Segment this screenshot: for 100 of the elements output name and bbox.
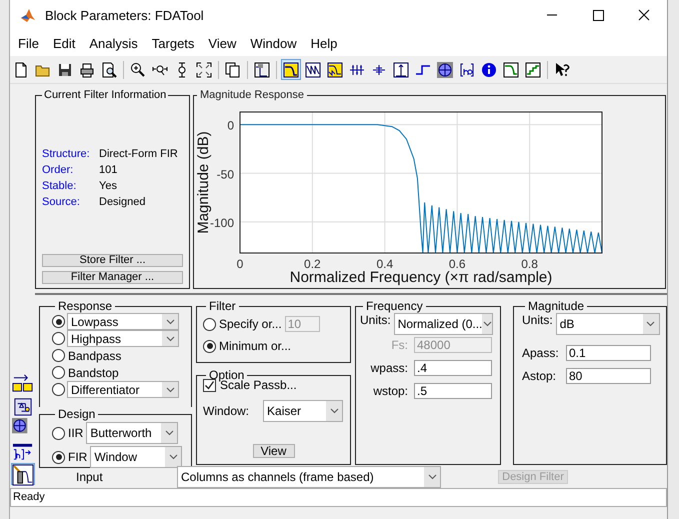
print-preview-icon xyxy=(101,62,117,78)
field-label: Fs: xyxy=(390,338,409,352)
pole-zero-plot-icon xyxy=(437,62,453,78)
toolbar-button[interactable] xyxy=(435,59,455,80)
checkmark-icon xyxy=(204,380,215,390)
field-label: Units: xyxy=(522,313,553,327)
menu-item[interactable]: Targets xyxy=(146,36,202,50)
filter-design-icon xyxy=(12,464,34,486)
help-cursor-icon xyxy=(554,62,570,78)
field-label: Units: xyxy=(360,313,391,327)
radio-button[interactable]: FIR xyxy=(52,450,88,464)
field-label: Window: xyxy=(203,404,250,418)
radio-button[interactable] xyxy=(52,332,65,345)
view-button[interactable]: View xyxy=(252,444,294,458)
magnitude-response-icon xyxy=(283,62,299,78)
field-label: Astop: xyxy=(522,369,558,383)
caret-icon xyxy=(166,386,174,392)
menu-item[interactable]: Window xyxy=(244,36,305,50)
copy-icon xyxy=(225,62,241,78)
magnitude-phase-icon xyxy=(327,62,343,78)
menu-item[interactable]: Help xyxy=(304,36,346,50)
caret-icon xyxy=(168,454,178,460)
axis-tick-label: 0.8 xyxy=(521,257,538,271)
field-label: wstop: xyxy=(372,384,409,398)
axis-tick-label: 0.6 xyxy=(448,257,466,271)
dropdown[interactable]: Normalized (0... xyxy=(394,313,493,335)
axis-tick-label: 0 xyxy=(236,257,244,271)
dropdown[interactable]: Butterworth xyxy=(86,422,178,444)
status-bar: Ready xyxy=(10,488,667,507)
menu-item[interactable]: View xyxy=(202,36,244,50)
radio-button[interactable] xyxy=(52,315,65,328)
filter-button[interactable]: Store Filter ... xyxy=(42,254,183,267)
impulse-response-icon xyxy=(393,62,409,78)
app-logo-icon xyxy=(20,7,36,23)
text-field[interactable]: .5 xyxy=(414,383,492,399)
text-field[interactable]: 0.1 xyxy=(566,345,651,361)
phase-response-icon xyxy=(305,62,321,78)
radio-button[interactable]: Minimum or... xyxy=(203,339,292,353)
panel-title: Magnitude xyxy=(527,299,586,313)
field-value: 101 xyxy=(99,164,118,176)
panel-title: Filter xyxy=(208,299,237,313)
y-axis-label: Magnitude (dB) xyxy=(195,131,212,234)
dropdown[interactable]: Kaiser xyxy=(263,400,344,422)
field-value: Designed xyxy=(99,196,146,208)
side-tool-button[interactable] xyxy=(11,463,35,485)
save-icon xyxy=(57,62,73,78)
menu-item[interactable]: File xyxy=(12,36,47,50)
panel-title: Design xyxy=(57,407,96,421)
filter-button[interactable]: Filter Manager ... xyxy=(42,271,183,284)
dropdown[interactable]: Highpass xyxy=(67,330,179,347)
caret-icon xyxy=(646,321,656,327)
filter-tool-icon xyxy=(254,62,270,78)
axis-tick-label: -100 xyxy=(210,216,234,230)
field-label: Apass: xyxy=(522,346,560,360)
caret-icon xyxy=(428,474,436,480)
axis-tick-label: 0 xyxy=(227,118,234,133)
field-label: Input xyxy=(76,470,104,484)
new-file-icon xyxy=(13,62,29,78)
info-icon xyxy=(481,62,497,78)
dropdown[interactable]: Differentiator xyxy=(67,381,179,398)
panel-title: Frequency xyxy=(365,299,424,313)
axis-tick-label: 0.2 xyxy=(304,257,321,271)
zoom-in-icon xyxy=(130,62,146,78)
dropdown[interactable]: Columns as channels (frame based) xyxy=(177,466,441,488)
radio-button[interactable] xyxy=(52,383,65,396)
axis-tick-label: -50 xyxy=(216,167,234,182)
field-value: Direct-Form FIR xyxy=(99,148,179,160)
panel-title: Current Filter Information xyxy=(43,89,168,101)
panel-title: Response xyxy=(57,299,114,313)
window-title: Block Parameters: FDATool xyxy=(45,8,205,22)
toolbar-button[interactable] xyxy=(281,59,301,80)
radio-button[interactable]: IIR xyxy=(52,426,84,440)
transform-icon xyxy=(12,372,34,394)
caret-icon xyxy=(166,336,174,342)
field-label: Stable: xyxy=(42,180,78,192)
coefficients-icon xyxy=(459,62,475,78)
menu-item[interactable]: Analysis xyxy=(83,36,146,50)
caret-icon xyxy=(164,430,174,436)
radio-button[interactable]: Bandpass xyxy=(52,348,122,362)
field-label: Source: xyxy=(42,196,81,208)
text-field[interactable]: 80 xyxy=(566,368,651,384)
x-axis-label: Normalized Frequency (×π rad/sample) xyxy=(290,269,552,286)
printer-icon xyxy=(79,62,95,78)
axis-tick-label: 0.4 xyxy=(376,257,394,271)
panel-title: Option xyxy=(208,368,244,382)
magnitude-estimate-icon xyxy=(503,62,519,78)
field-label: Structure: xyxy=(42,148,91,160)
radio-button[interactable]: Bandstop xyxy=(52,366,119,380)
field-label: Order: xyxy=(42,164,74,176)
text-field[interactable]: .4 xyxy=(414,360,492,376)
field-value: Yes xyxy=(99,180,118,192)
menu-item[interactable]: Edit xyxy=(46,36,84,50)
dropdown[interactable]: Lowpass xyxy=(67,313,179,330)
dropdown[interactable]: Window xyxy=(90,446,182,468)
caret-icon xyxy=(166,318,174,324)
fit-view-icon xyxy=(196,62,212,78)
dropdown[interactable]: dB xyxy=(556,313,660,335)
caret-icon xyxy=(330,408,339,414)
field-label: wpass: xyxy=(370,361,409,375)
panel-title: Magnitude Response xyxy=(199,89,305,101)
